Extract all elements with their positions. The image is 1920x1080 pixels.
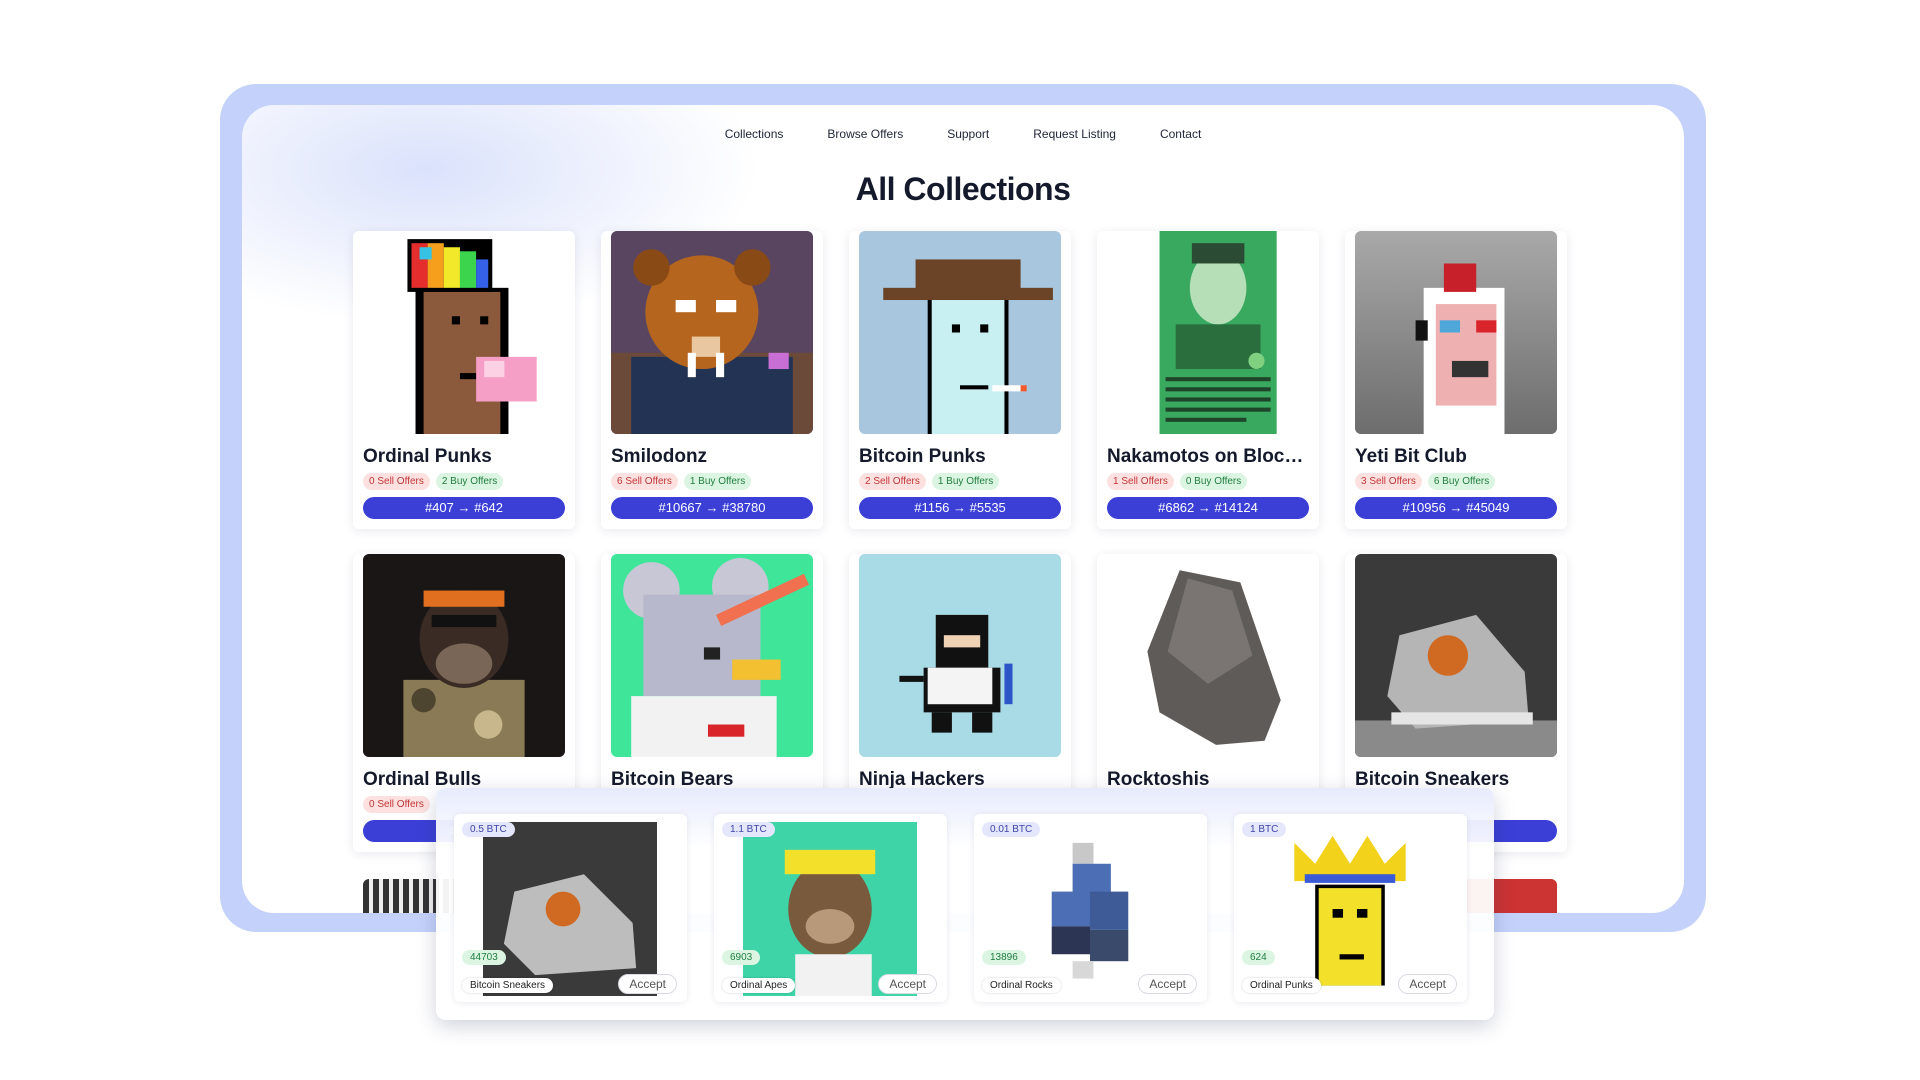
offer-price-badge: 1.1 BTC [722,822,775,837]
nav-collections[interactable]: Collections [703,127,806,141]
offer-price-badge: 0.5 BTC [462,822,515,837]
offer-image [1003,822,1177,996]
collection-image-smilodonz [611,231,813,434]
buy-offers-badge: 2 Buy Offers [435,473,504,490]
nav-request-listing[interactable]: Request Listing [1011,127,1138,141]
collection-card[interactable]: Nakamotos on Blockchain 1 Sell Offers 0 B… [1097,231,1319,529]
inscription-number-badge: 44703 [462,950,506,965]
nav-contact[interactable]: Contact [1138,127,1223,141]
offer-collection-label: Ordinal Rocks [982,978,1061,993]
top-nav: Collections Browse Offers Support Reques… [242,127,1684,141]
offer-collection-label: Ordinal Apes [722,978,796,993]
accept-button[interactable]: Accept [1138,974,1197,994]
buy-offers-badge: 1 Buy Offers [931,473,1000,490]
collection-card[interactable]: Smilodonz 6 Sell Offers 1 Buy Offers #106… [601,231,823,529]
offer-image [483,822,657,996]
accept-button[interactable]: Accept [878,974,937,994]
sell-offers-badge: 2 Sell Offers [859,473,926,490]
page-title: All Collections [855,171,1071,207]
offer-card[interactable]: 1 BTC 624 Ordinal Punks Accept [1234,814,1467,1002]
nav-support[interactable]: Support [925,127,1011,141]
offer-image [743,822,917,996]
buy-offers-badge: 6 Buy Offers [1427,473,1496,490]
inscription-number-badge: 13896 [982,950,1026,965]
sell-offers-badge: 0 Sell Offers [363,796,430,813]
offers-panel: 0.5 BTC 44703 Bitcoin Sneakers Accept 1.… [436,788,1494,1020]
collection-image-nakamotos [1107,231,1309,434]
collection-name: Bitcoin Punks [859,446,986,467]
buy-offers-badge: 1 Buy Offers [683,473,752,490]
nav-browse-offers[interactable]: Browse Offers [805,127,925,141]
offer-price-badge: 1 BTC [1242,822,1287,837]
collection-image-bitcoin-sneakers [1355,554,1557,757]
collection-name: Smilodonz [611,446,708,467]
inscription-number-badge: 624 [1242,950,1275,965]
collection-image-bitcoin-bears [611,554,813,757]
accept-button[interactable]: Accept [618,974,677,994]
collection-card[interactable]: Yeti Bit Club 3 Sell Offers 6 Buy Offers … [1345,231,1567,529]
offer-card[interactable]: 0.01 BTC 13896 Ordinal Rocks Accept [974,814,1207,1002]
collection-image-ninja-hackers [859,554,1061,757]
offer-card[interactable]: 0.5 BTC 44703 Bitcoin Sneakers Accept [454,814,687,1002]
offer-collection-label: Ordinal Punks [1242,978,1321,993]
sell-offers-badge: 3 Sell Offers [1355,473,1422,490]
inscription-range-button[interactable]: #10956 → #45049 [1355,497,1557,519]
inscription-range-button[interactable]: #1156 → #5535 [859,497,1061,519]
buy-offers-badge: 0 Buy Offers [1179,473,1248,490]
collection-image-ordinal-punks [363,231,565,434]
collection-name: Ordinal Punks [363,446,492,467]
inscription-range-button[interactable]: #407 → #642 [363,497,565,519]
sell-offers-badge: 0 Sell Offers [363,473,430,490]
offer-price-badge: 0.01 BTC [982,822,1041,837]
sell-offers-badge: 1 Sell Offers [1107,473,1174,490]
collection-image-yeti-bit-club [1355,231,1557,434]
collection-image-rocktoshis [1107,554,1309,757]
collection-card[interactable]: Ordinal Punks 0 Sell Offers 2 Buy Offers … [353,231,575,529]
sell-offers-badge: 6 Sell Offers [611,473,678,490]
collection-image-bitcoin-punks [859,231,1061,434]
inscription-range-button[interactable]: #6862 → #14124 [1107,497,1309,519]
inscription-range-button[interactable]: #10667 → #38780 [611,497,813,519]
offer-card[interactable]: 1.1 BTC 6903 Ordinal Apes Accept [714,814,947,1002]
offer-image [1263,822,1437,996]
collection-card[interactable]: Bitcoin Punks 2 Sell Offers 1 Buy Offers … [849,231,1071,529]
collection-name: Nakamotos on Blockchain [1107,446,1311,467]
offer-collection-label: Bitcoin Sneakers [462,978,554,993]
inscription-number-badge: 6903 [722,950,761,965]
accept-button[interactable]: Accept [1398,974,1457,994]
collection-image-ordinal-bulls [363,554,565,757]
collection-name: Yeti Bit Club [1355,446,1467,467]
